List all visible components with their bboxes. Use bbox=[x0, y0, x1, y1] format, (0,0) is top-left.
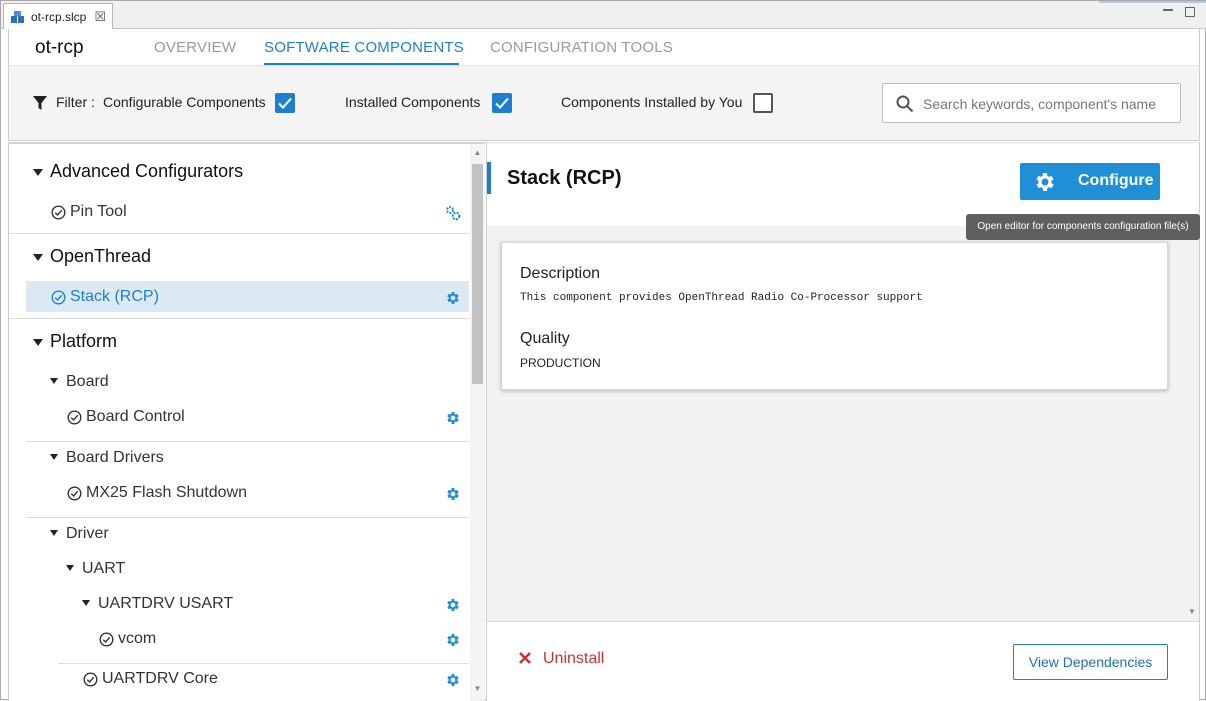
installed-by-you-checkbox[interactable] bbox=[753, 93, 773, 113]
filter-icon bbox=[33, 96, 47, 110]
component-board-control[interactable]: Board Control bbox=[86, 408, 185, 426]
quality-value: PRODUCTION bbox=[520, 356, 601, 370]
configure-button[interactable]: Configure bbox=[1020, 163, 1160, 200]
group-platform[interactable]: Platform bbox=[50, 331, 117, 352]
installed-check-icon bbox=[67, 486, 82, 501]
multi-gear-icon[interactable] bbox=[445, 205, 461, 221]
tree-divider bbox=[58, 663, 469, 664]
search-box[interactable] bbox=[882, 83, 1181, 123]
minimize-icon[interactable] bbox=[1163, 9, 1173, 11]
component-vcom[interactable]: vcom bbox=[118, 630, 156, 648]
expand-caret-icon[interactable] bbox=[33, 254, 43, 261]
tab-strip-accent bbox=[1099, 1, 1206, 3]
scroll-down-icon[interactable]: ▼ bbox=[472, 684, 483, 694]
project-file-icon bbox=[11, 10, 24, 23]
tree-divider bbox=[9, 318, 469, 319]
expand-caret-icon[interactable] bbox=[33, 339, 43, 346]
title-accent-bar bbox=[487, 162, 491, 194]
close-tab-icon[interactable]: ☒ bbox=[94, 10, 106, 23]
installed-components-label: Installed Components bbox=[345, 94, 481, 110]
configure-tooltip: Open editor for components configuration… bbox=[966, 214, 1200, 240]
component-pin-tool[interactable]: Pin Tool bbox=[70, 203, 127, 221]
component-uartdrv-core[interactable]: UARTDRV Core bbox=[102, 670, 218, 688]
project-header: ot-rcp OVERVIEW SOFTWARE COMPONENTS CONF… bbox=[8, 29, 1200, 66]
subgroup-board[interactable]: Board bbox=[66, 373, 109, 391]
tab-overview[interactable]: OVERVIEW bbox=[154, 39, 236, 56]
file-tab[interactable]: ot-rcp.slcp ☒ bbox=[3, 3, 113, 29]
installed-by-you-label: Components Installed by You bbox=[561, 94, 743, 110]
gear-icon[interactable] bbox=[445, 672, 461, 688]
detail-scrollbar[interactable]: ▼ bbox=[1185, 229, 1199, 621]
installed-check-icon bbox=[51, 290, 66, 305]
active-tab-underline bbox=[264, 63, 459, 65]
tree-scroll-thumb[interactable] bbox=[472, 164, 483, 384]
expand-caret-icon[interactable] bbox=[50, 378, 58, 384]
installed-check-icon bbox=[83, 672, 98, 687]
component-uartdrv-usart[interactable]: UARTDRV USART bbox=[98, 595, 233, 613]
uninstall-label: Uninstall bbox=[543, 650, 605, 667]
maximize-icon[interactable] bbox=[1185, 7, 1195, 17]
configurable-components-checkbox[interactable] bbox=[275, 93, 295, 113]
search-input[interactable] bbox=[923, 93, 1173, 115]
gear-icon[interactable] bbox=[445, 486, 461, 502]
check-icon bbox=[495, 97, 509, 109]
group-openthread[interactable]: OpenThread bbox=[50, 246, 151, 267]
group-advanced-configurators[interactable]: Advanced Configurators bbox=[50, 161, 243, 182]
installed-check-icon bbox=[67, 410, 82, 425]
filter-bar: Filter : Configurable Components Install… bbox=[8, 66, 1200, 141]
component-info-card: Description This component provides Open… bbox=[501, 242, 1168, 390]
tab-software-components[interactable]: SOFTWARE COMPONENTS bbox=[264, 39, 464, 56]
gear-icon[interactable] bbox=[445, 597, 461, 613]
scroll-down-icon[interactable]: ▼ bbox=[1188, 607, 1196, 616]
installed-check-icon bbox=[51, 205, 66, 220]
expand-caret-icon[interactable] bbox=[82, 600, 90, 606]
subgroup-uart[interactable]: UART bbox=[82, 560, 125, 578]
component-stack-rcp[interactable]: Stack (RCP) bbox=[70, 288, 159, 306]
component-mx25-flash-shutdown[interactable]: MX25 Flash Shutdown bbox=[86, 484, 247, 502]
editor-window: ot-rcp.slcp ☒ ot-rcp OVERVIEW SOFTWARE C… bbox=[0, 0, 1206, 701]
expand-caret-icon[interactable] bbox=[50, 530, 58, 536]
filter-label: Filter : bbox=[56, 94, 95, 110]
gear-icon[interactable] bbox=[445, 290, 461, 306]
expand-caret-icon[interactable] bbox=[66, 565, 74, 571]
subgroup-board-drivers[interactable]: Board Drivers bbox=[66, 449, 164, 467]
gear-icon[interactable] bbox=[445, 410, 461, 426]
file-tab-label: ot-rcp.slcp bbox=[31, 9, 87, 24]
project-name: ot-rcp bbox=[35, 37, 84, 58]
tree-divider bbox=[26, 517, 469, 518]
description-text: This component provides OpenThread Radio… bbox=[520, 292, 923, 304]
close-icon bbox=[519, 652, 531, 664]
tab-configuration-tools[interactable]: CONFIGURATION TOOLS bbox=[490, 39, 673, 56]
expand-caret-icon[interactable] bbox=[50, 454, 58, 460]
configure-label: Configure bbox=[1078, 172, 1154, 189]
tree-divider bbox=[26, 441, 469, 442]
tree-divider bbox=[9, 233, 469, 234]
description-label: Description bbox=[520, 265, 601, 282]
expand-caret-icon[interactable] bbox=[33, 169, 43, 176]
search-icon bbox=[896, 95, 914, 113]
configurable-components-label: Configurable Components bbox=[103, 94, 266, 110]
component-title: Stack (RCP) bbox=[507, 167, 622, 189]
check-icon bbox=[278, 97, 292, 109]
subgroup-driver[interactable]: Driver bbox=[66, 525, 109, 543]
view-dependencies-button[interactable]: View Dependencies bbox=[1013, 644, 1168, 680]
gear-icon bbox=[1036, 173, 1054, 191]
installed-check-icon bbox=[99, 632, 114, 647]
quality-label: Quality bbox=[520, 330, 570, 347]
installed-components-checkbox[interactable] bbox=[492, 93, 512, 113]
editor-tab-strip: ot-rcp.slcp ☒ bbox=[1, 1, 1206, 29]
scroll-up-icon[interactable]: ▲ bbox=[472, 148, 483, 158]
gear-icon[interactable] bbox=[445, 632, 461, 648]
component-tree: ▲ ▼ Advanced Configurators Pin Tool Open… bbox=[8, 142, 485, 701]
